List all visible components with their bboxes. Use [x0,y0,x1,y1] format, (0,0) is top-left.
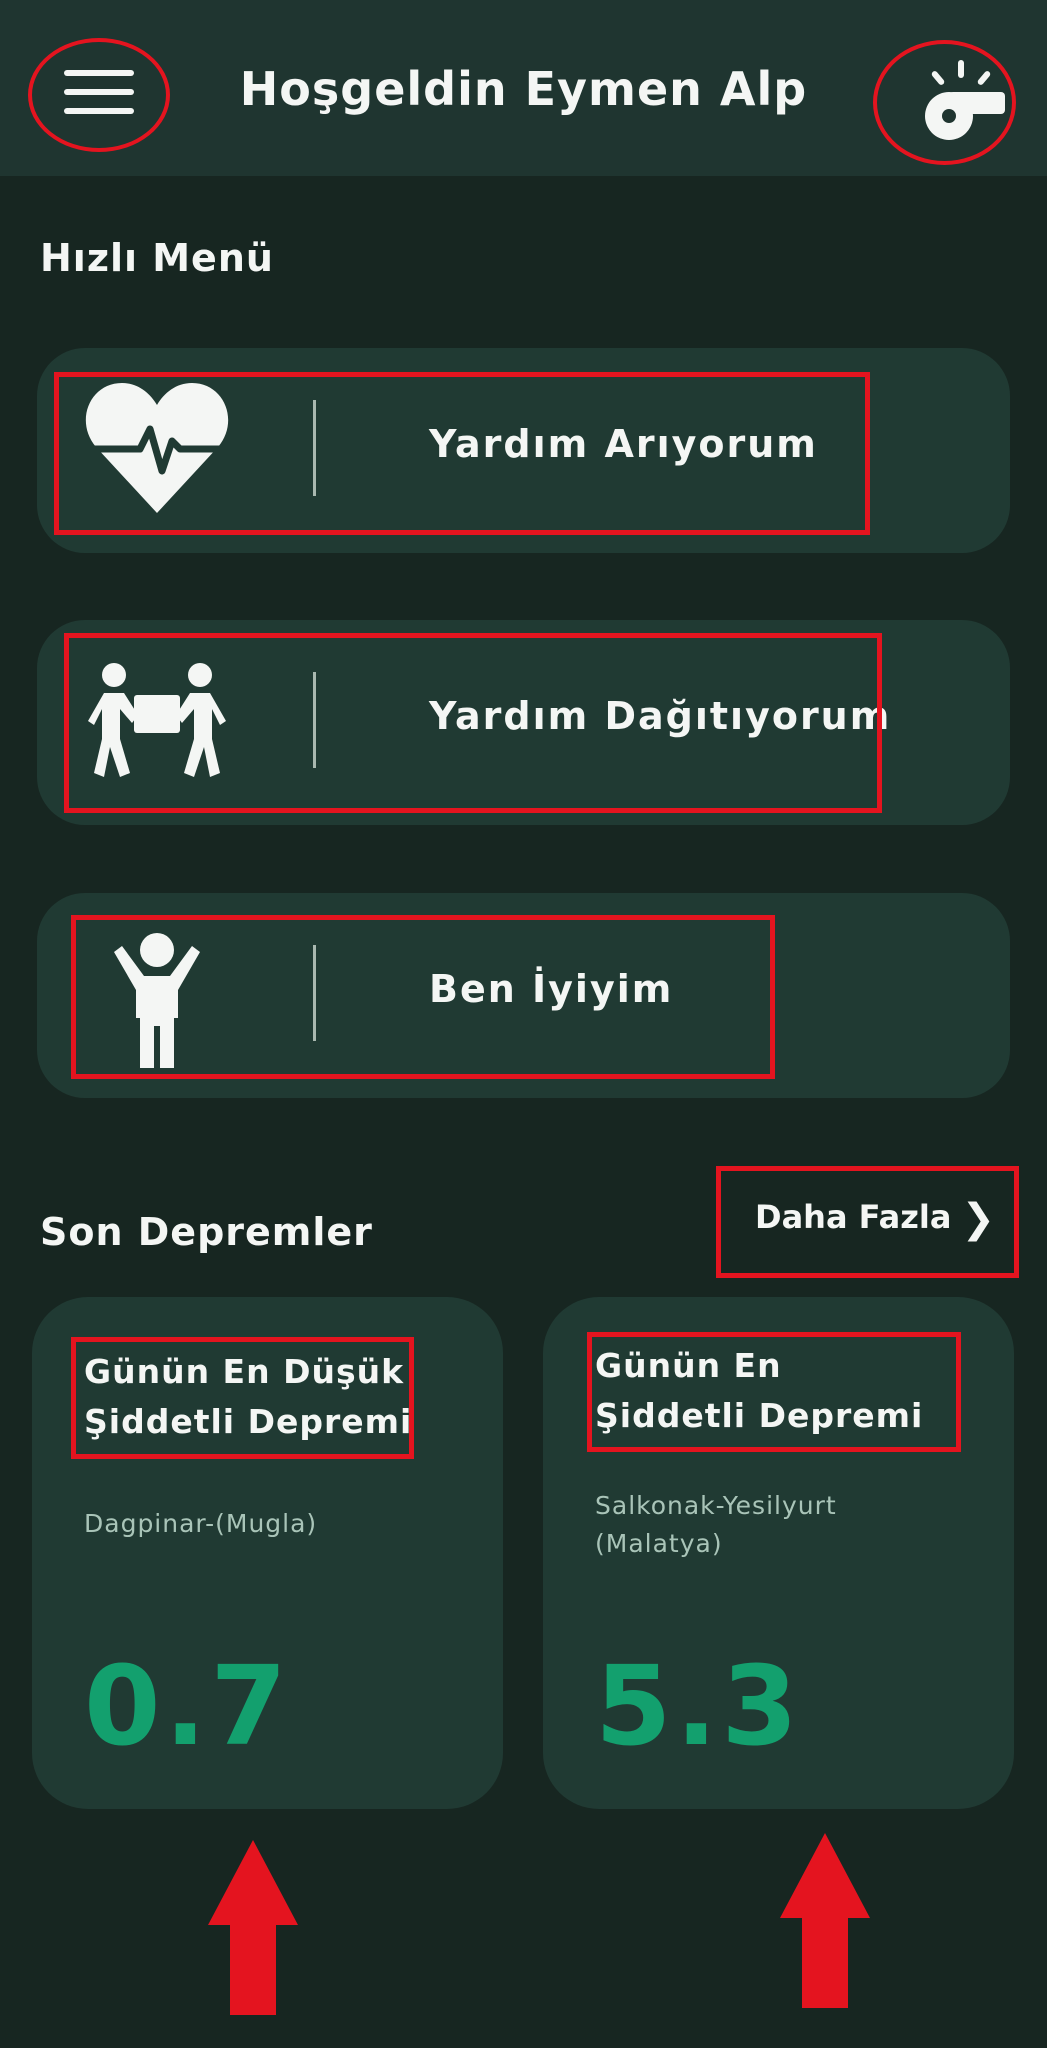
annotation-rect-strongest-title [587,1332,961,1452]
annotation-arrow-up-icon [208,1840,298,2015]
recent-earthquakes-title: Son Depremler [40,1210,373,1254]
earthquake-magnitude: 5.3 [595,1642,802,1770]
annotation-circle-whistle [873,40,1016,165]
annotation-rect-im-ok [71,915,775,1079]
earthquake-location: Salkonak-Yesilyurt (Malatya) [595,1491,837,1558]
earthquake-location: Dagpinar-(Mugla) [84,1509,318,1538]
annotation-rect-lowest-title [71,1337,414,1459]
annotation-rect-need-help [54,372,870,535]
annotation-arrow-up-icon [780,1833,870,2008]
annotation-circle-menu [28,38,170,152]
annotation-rect-distribute-help [64,633,882,813]
earthquake-magnitude: 0.7 [84,1642,291,1770]
quick-menu-title: Hızlı Menü [40,236,274,280]
annotation-rect-more [716,1166,1019,1278]
